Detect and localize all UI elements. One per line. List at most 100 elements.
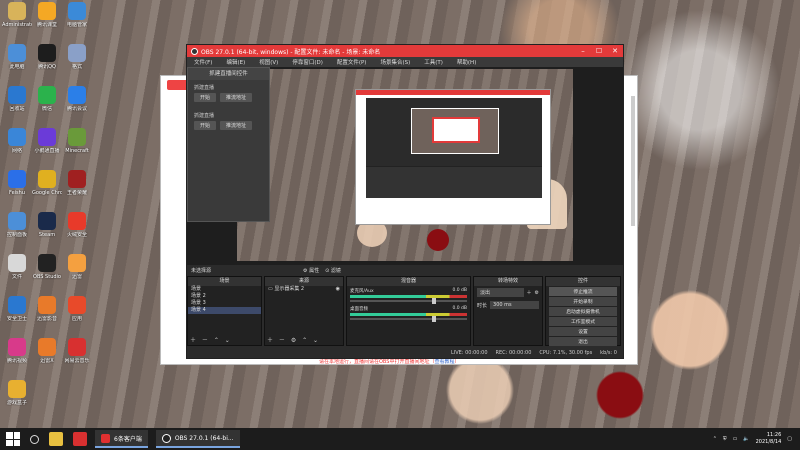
duration-input[interactable]: 300 ms [490,301,539,309]
gear-icon[interactable]: ⚙ [535,290,539,296]
source-controls[interactable]: ＋ － ⚙ ⌃ ⌄ [267,335,320,344]
app-taskbar-icon[interactable] [73,432,87,446]
menu-item[interactable]: 工具(T) [417,58,450,66]
desktop-icon[interactable]: 电脑管家 [62,2,92,28]
control-button[interactable]: 停止推流 [549,287,617,296]
menu-item[interactable]: 文件(F) [187,58,219,66]
search-icon[interactable] [30,434,39,444]
file-explorer-icon[interactable] [49,432,63,446]
control-button[interactable]: 退出 [549,337,617,346]
app-icon [38,254,56,272]
desktop-icon[interactable]: 网易云音乐 [62,338,92,364]
mixer-channel[interactable]: 麦克风/Aux 0.0 dB [347,286,470,304]
app-icon [8,86,26,104]
clock[interactable]: 11:26 2021/8/14 [756,432,782,446]
close-icon[interactable]: ✕ [607,47,623,55]
start-button[interactable]: 开始 [194,93,217,102]
desktop-icon[interactable]: 火绒安全 [62,212,92,238]
control-button[interactable]: 开始录制 [549,297,617,306]
source-item[interactable]: ▭ 显示器采集 2 ◉ [265,286,343,293]
start-button[interactable]: 开始 [194,121,217,130]
control-button[interactable]: 工作室模式 [549,317,617,326]
notification-icon[interactable]: ▢ [787,436,792,442]
taskbar: 6条客户端 OBS 27.0.1 (64-bi... ⌃ ⛨ ▭ 🔈 11:26… [0,428,800,450]
desktop-icon[interactable]: 微信 [32,86,62,112]
obs-window[interactable]: OBS 27.0.1 (64-bit, windows) - 配置文件: 未命名… [186,44,624,359]
scene-item[interactable]: 场景 4 [188,307,261,314]
nested-dock [366,166,542,198]
mixer-channel[interactable]: 桌面音频 0.0 dB [347,304,470,322]
app-icon [68,296,86,314]
desktop-icon[interactable]: 安全卫士 [2,296,32,322]
scene-controls[interactable]: ＋ － ⌃ ⌄ [190,335,232,344]
status-bar: LIVE: 00:00:00 REC: 00:00:00 CPU: 7.1%, … [187,348,623,358]
maximize-icon[interactable]: ☐ [591,47,607,55]
scene-item[interactable]: 场景 3 [188,300,261,307]
app-icon [68,86,86,104]
desktop-icon[interactable]: 回收站 [2,86,32,112]
minimize-icon[interactable]: – [575,47,591,55]
desktop-icon[interactable]: 文件 [2,254,32,280]
obs-icon [161,433,171,443]
obs-titlebar[interactable]: OBS 27.0.1 (64-bit, windows) - 配置文件: 未命名… [187,45,623,57]
desktop-icon[interactable]: 小鹅通直播 [32,128,62,154]
desktop-icon[interactable]: 腾讯QQ [32,44,62,70]
scene-item[interactable]: 场景 2 [188,293,261,300]
desktop-icon[interactable]: 腾讯课堂 [32,2,62,28]
desktop-icon[interactable]: Google Chrome [32,170,62,196]
stream-plugin-panel[interactable]: 抓建直播间控件 抓建直播 开始 推流地址 抓建直播 开始 推流地址 [187,67,270,222]
desktop-icon[interactable]: 腾讯会议 [62,86,92,112]
menu-item[interactable]: 停靠窗口(D) [285,58,330,66]
desktop-icon[interactable]: 游戏盒子 [2,380,32,406]
tutorial-link[interactable]: 查看教程 [434,359,454,365]
scene-item[interactable]: 场景 [188,286,261,293]
desktop-icon[interactable]: Feishu [2,170,32,196]
task-client[interactable]: 6条客户端 [95,430,148,448]
desktop-icon[interactable]: 格式 [62,44,92,70]
desktop-icon[interactable]: 迅雷 [62,254,92,280]
desktop-icon-label: 应用 [71,316,82,322]
desktop-icon[interactable]: 此电脑 [2,44,32,70]
task-obs[interactable]: OBS 27.0.1 (64-bi... [155,430,240,448]
desktop-icon[interactable]: 控制面板 [2,212,32,238]
shield-icon[interactable]: ⛨ [723,436,727,442]
network-icon[interactable]: ▭ [733,436,738,442]
transition-select[interactable]: 淡出 [477,288,524,297]
desktop-icon[interactable]: 腾讯视频 [2,338,32,364]
desktop-icon[interactable]: 网络 [2,128,32,154]
desktop-icon[interactable]: OBS Studio [32,254,62,280]
desktop-icon[interactable]: 王者荣耀 [62,170,92,196]
desktop-icon[interactable]: Steam [32,212,62,238]
eye-icon[interactable]: ◉ [336,286,340,293]
menu-item[interactable]: 帮助(H) [450,58,483,66]
rec-time: REC: 00:00:00 [495,350,532,356]
add-icon[interactable]: ＋ [527,289,532,296]
filters-button[interactable]: ⊙ 滤镜 [325,267,341,274]
channel-name: 麦克风/Aux [350,289,374,294]
control-button[interactable]: 启动虚拟摄像机 [549,307,617,316]
menu-item[interactable]: 视图(V) [252,58,285,66]
preview-canvas[interactable] [237,69,573,261]
desktop-icon[interactable]: Administrator [2,2,32,28]
desktop-icon[interactable]: 迅雷X [32,338,62,364]
volume-slider[interactable] [350,316,467,322]
desktop-icon[interactable]: 迅雷影音 [32,296,62,322]
volume-icon[interactable]: 🔈 [743,436,749,442]
windows-start-icon[interactable] [6,432,20,446]
scrollbar[interactable] [631,96,635,226]
desktop-icon-label: 格式 [71,64,82,70]
menu-item[interactable]: 场景集合(S) [373,58,417,66]
menu-item[interactable]: 配置文件(P) [330,58,374,66]
properties-button[interactable]: ⚙ 属性 [303,267,319,274]
desktop-icon-label: 安全卫士 [6,316,27,322]
live-time: LIVE: 00:00:00 [450,350,488,356]
chevron-up-icon[interactable]: ⌃ [713,436,717,442]
app-icon [8,296,26,314]
address-button[interactable]: 推流地址 [220,121,253,130]
address-button[interactable]: 推流地址 [220,93,253,102]
desktop-icon[interactable]: 应用 [62,296,92,322]
menu-item[interactable]: 编辑(E) [219,58,252,66]
control-button[interactable]: 设置 [549,327,617,336]
desktop-icon[interactable]: Minecraft [62,128,92,154]
volume-slider[interactable] [350,298,467,304]
